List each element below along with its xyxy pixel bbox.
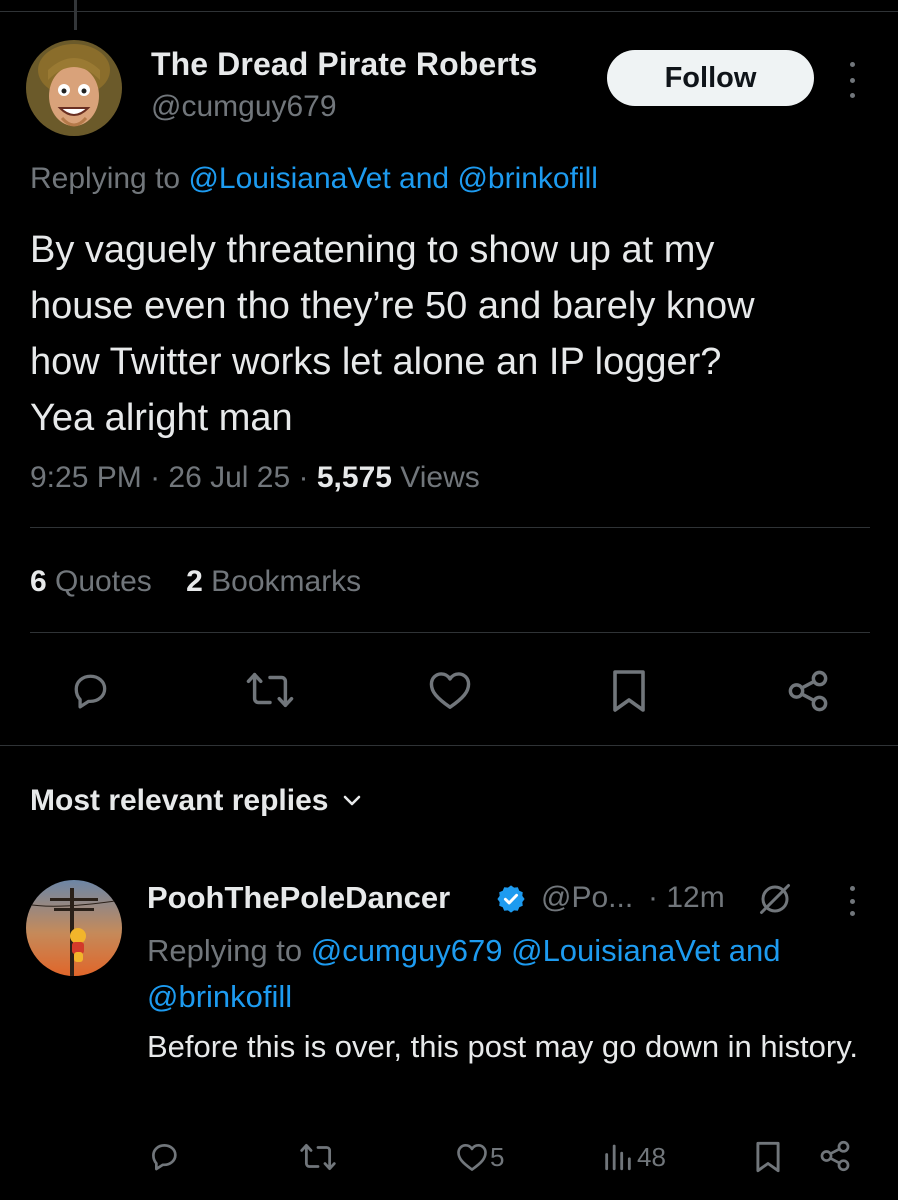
chevron-down-icon	[344, 795, 361, 806]
stats-divider-top	[30, 527, 870, 528]
follow-button[interactable]: Follow	[607, 50, 814, 106]
reply-time[interactable]: · 12m	[648, 881, 725, 915]
meta-separator: ·	[298, 461, 309, 494]
more-dots-icon[interactable]	[838, 62, 866, 98]
top-divider	[0, 11, 898, 12]
mention-louisianavet[interactable]: @LouisianaVet	[188, 162, 390, 195]
thread-connector-line	[74, 0, 77, 30]
reply-heart-icon[interactable]	[455, 1141, 489, 1173]
reply-author-name[interactable]: PoohThePoleDancer	[147, 880, 450, 916]
reply-share-icon[interactable]	[818, 1139, 852, 1173]
replying-to-line: Replying to @LouisianaVet and @brinkofil…	[30, 162, 598, 196]
retweet-icon[interactable]	[245, 668, 295, 712]
mention-and[interactable]: and	[399, 162, 449, 195]
reply-reply-icon[interactable]	[147, 1139, 181, 1173]
reply-likes-count: 5	[490, 1142, 505, 1172]
bookmark-icon[interactable]	[611, 668, 647, 714]
tweet-text-line: how Twitter works let alone an IP logger…	[30, 341, 722, 383]
mention-and[interactable]: and	[729, 933, 781, 968]
views-label: Views	[400, 461, 480, 494]
author-avatar[interactable]	[26, 40, 122, 136]
grok-icon[interactable]	[757, 881, 793, 922]
reply-author-avatar[interactable]	[26, 880, 122, 976]
bookmarks-stat[interactable]: 2 Bookmarks	[186, 565, 361, 598]
tweet-meta: 9:25 PM · 26 Jul 25 · 5,575 Views	[30, 461, 480, 495]
mention-brinkofill[interactable]: @brinkofill	[457, 162, 598, 195]
reply-text: Before this is over, this post may go do…	[147, 1029, 859, 1064]
mention-brinkofill[interactable]: @brinkofill	[147, 979, 292, 1014]
reply-views-count: 48	[637, 1142, 666, 1172]
author-name[interactable]: The Dread Pirate Roberts	[151, 46, 538, 83]
mention-louisianavet[interactable]: @LouisianaVet	[511, 933, 720, 968]
views-count: 5,575	[316, 461, 392, 494]
tweet-text-line: Yea alright man	[30, 397, 293, 439]
mention-cumguy679[interactable]: @cumguy679	[311, 933, 503, 968]
reply-more-dots-icon[interactable]	[840, 886, 864, 916]
bar-chart-icon[interactable]	[601, 1139, 635, 1173]
quotes-stat[interactable]: 6 Quotes	[30, 565, 152, 598]
quotes-label: Quotes	[55, 565, 152, 598]
reply-author-handle[interactable]: @Po...	[541, 881, 633, 915]
reply-icon[interactable]	[68, 668, 112, 712]
bookmarks-label: Bookmarks	[211, 565, 362, 598]
share-icon[interactable]	[785, 668, 831, 714]
author-handle[interactable]: @cumguy679	[151, 90, 337, 124]
tweet-text: By vaguely threatening to show up at my …	[30, 222, 880, 446]
bookmarks-count: 2	[186, 565, 203, 598]
heart-icon[interactable]	[427, 668, 473, 712]
reply-replying-prefix: Replying to	[147, 933, 303, 968]
reply-retweet-icon[interactable]	[299, 1141, 337, 1173]
tweet-time[interactable]: 9:25 PM	[30, 461, 142, 494]
reply-replying-to: Replying to @cumguy679 @LouisianaVet and…	[147, 928, 877, 1020]
tweet-text-line: house even tho they’re 50 and barely kno…	[30, 285, 755, 327]
section-divider	[0, 745, 898, 746]
meta-separator: ·	[150, 461, 161, 494]
stats-divider-bottom	[30, 632, 870, 633]
replies-sort-dropdown[interactable]: Most relevant replies	[30, 784, 362, 818]
reply-bookmark-icon[interactable]	[755, 1139, 781, 1175]
reply-avatar-image	[26, 880, 122, 976]
replying-prefix: Replying to	[30, 162, 181, 195]
verified-badge-icon	[495, 883, 527, 920]
avatar-image	[26, 40, 122, 136]
tweet-text-line: By vaguely threatening to show up at my	[30, 229, 715, 271]
tweet-date[interactable]: 26 Jul 25	[168, 461, 290, 494]
quotes-count: 6	[30, 565, 47, 598]
tweet-stats: 6 Quotes 2 Bookmarks	[30, 565, 387, 599]
replies-sort-label: Most relevant replies	[30, 784, 329, 817]
